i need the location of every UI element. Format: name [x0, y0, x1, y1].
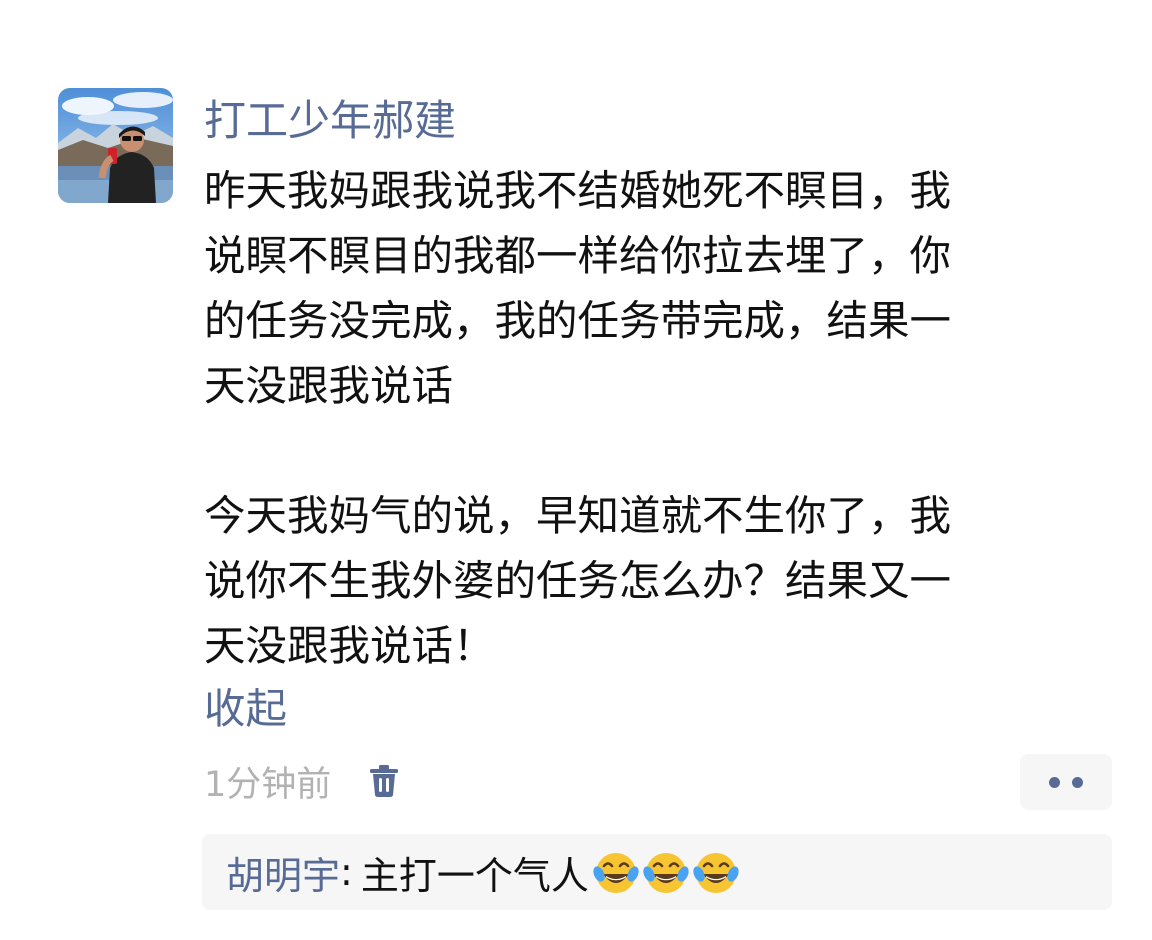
- post-meta: 1分钟前: [204, 752, 401, 810]
- post-body: 昨天我妈跟我说我不结婚她死不瞑目，我 说瞑不瞑目的我都一样给你拉去埋了，你 的任…: [204, 158, 1104, 678]
- post-content: 打工少年郝建 昨天我妈跟我说我不结婚她死不瞑目，我 说瞑不瞑目的我都一样给你拉去…: [204, 92, 1104, 738]
- comment-separator: :: [340, 850, 353, 894]
- post-text-line: 说瞑不瞑目的我都一样给你拉去埋了，你: [204, 231, 952, 280]
- post-text-line: 说你不生我外婆的任务怎么办？结果又一: [204, 556, 952, 605]
- tears-of-joy-emoji: [693, 852, 739, 893]
- post-author-name[interactable]: 打工少年郝建: [204, 92, 1104, 150]
- collapse-link[interactable]: 收起: [204, 680, 1104, 738]
- trash-icon[interactable]: [369, 763, 401, 799]
- more-dots-icon: [1072, 776, 1083, 788]
- post-timestamp: 1分钟前: [204, 764, 332, 805]
- comment-emoji-row: [589, 848, 739, 896]
- tears-of-joy-emoji: [593, 852, 639, 893]
- more-actions-button[interactable]: [1020, 754, 1112, 810]
- more-dots-icon: [1049, 776, 1060, 788]
- tears-of-joy-emoji: [643, 852, 689, 893]
- comment-author[interactable]: 胡明宇: [226, 845, 340, 900]
- comments-section: 胡明宇 : 主打一个气人: [202, 834, 1112, 910]
- avatar[interactable]: [58, 88, 173, 203]
- post-text-line: 今天我妈气的说，早知道就不生你了，我: [204, 491, 952, 540]
- post-text-line: 的任务没完成，我的任务带完成，结果一: [204, 296, 952, 345]
- avatar-photo: [58, 88, 173, 203]
- comment-text: 主打一个气人: [360, 853, 589, 898]
- post-text-line: 昨天我妈跟我说我不结婚她死不瞑目，我: [204, 166, 952, 215]
- comment-item[interactable]: 胡明宇 : 主打一个气人: [226, 834, 739, 910]
- moments-post: 打工少年郝建 昨天我妈跟我说我不结婚她死不瞑目，我 说瞑不瞑目的我都一样给你拉去…: [0, 0, 1152, 940]
- post-text-line: 天没跟我说话: [204, 361, 454, 410]
- post-text-line: 天没跟我说话！: [204, 621, 495, 670]
